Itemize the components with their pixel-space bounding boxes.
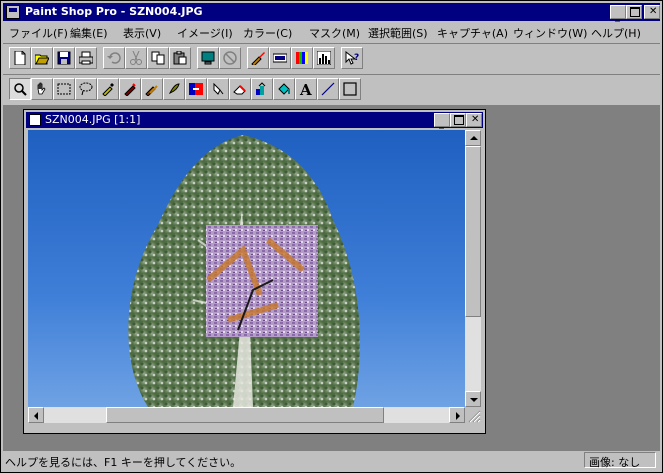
status-help-text: ヘルプを見るには、F1 キーを押してください。 [5,456,242,469]
histogram-icon[interactable] [313,47,335,69]
document-window: SZN004.JPG [1:1] _ ✕ [23,109,486,434]
scroll-right-button[interactable] [449,407,465,423]
status-image-panel: 画像: なし [584,452,656,469]
window-title: Paint Shop Pro - SZN004.JPG [25,5,203,18]
save-icon[interactable] [53,47,75,69]
picture-tube-icon[interactable] [251,78,273,100]
app-icon[interactable] [6,5,20,19]
line-icon[interactable] [317,78,339,100]
monitor-icon[interactable] [197,47,219,69]
vertical-scrollbar[interactable] [465,130,481,407]
menu-view[interactable]: 表示(V) [123,25,161,41]
horizontal-scroll-thumb[interactable] [106,407,384,423]
shape-icon[interactable] [339,78,361,100]
help-context-icon[interactable]: ? [341,47,363,69]
menu-capture[interactable]: キャプチャ(A) [437,25,508,41]
doc-maximize-button[interactable] [450,113,466,127]
menu-bar: ファイル(F) 編集(E) 表示(V) イメージ(I) カラー(C) マスク(M… [3,22,660,41]
mdi-workspace: SZN004.JPG [1:1] _ ✕ [3,105,660,451]
paste-icon[interactable] [169,47,191,69]
svg-text:A: A [299,82,312,96]
svg-text:?: ? [354,53,359,63]
minimize-button[interactable]: _ [610,5,626,22]
maximize-button[interactable] [626,5,642,19]
flood-fill-icon[interactable] [273,78,295,100]
status-image-info: 画像: なし [589,456,641,469]
copy-icon[interactable] [147,47,169,69]
status-bar: ヘルプを見るには、F1 キーを押してください。 画像: なし [3,451,660,470]
menu-image[interactable]: イメージ(I) [177,25,233,41]
menu-edit[interactable]: 編集(E) [70,25,108,41]
app-window: Paint Shop Pro - SZN004.JPG _ ✕ ファイル(F) … [0,0,663,473]
new-icon[interactable] [9,47,31,69]
document-icon[interactable] [29,114,41,126]
main-toolbar: ? [3,43,660,75]
menu-window[interactable]: ウィンドウ(W) [513,25,587,41]
doc-minimize-button[interactable]: _ [434,113,450,129]
title-bar[interactable]: Paint Shop Pro - SZN004.JPG _ ✕ [3,3,660,22]
retouch-icon[interactable] [163,78,185,100]
text-icon[interactable]: A [295,78,317,100]
lasso-icon[interactable] [75,78,97,100]
paintbrush-icon[interactable] [119,78,141,100]
document-title-bar[interactable]: SZN004.JPG [1:1] _ ✕ [26,112,483,129]
undo-icon[interactable] [103,47,125,69]
eraser-icon[interactable] [229,78,251,100]
selection-rect-icon[interactable] [53,78,75,100]
push-brush-icon[interactable] [207,78,229,100]
open-icon[interactable] [31,47,53,69]
menu-selection[interactable]: 選択範囲(S) [368,25,428,41]
color-palette-icon[interactable] [291,47,313,69]
scroll-up-button[interactable] [465,130,481,146]
print-icon[interactable] [75,47,97,69]
image-canvas[interactable] [28,130,465,407]
cut-icon[interactable] [125,47,147,69]
menu-file[interactable]: ファイル(F) [9,25,68,41]
photo-birch-tree [28,130,465,407]
eyedropper-icon[interactable] [97,78,119,100]
doc-close-button[interactable]: ✕ [466,113,482,127]
clone-brush-icon[interactable] [141,78,163,100]
pan-hand-icon[interactable] [31,78,53,100]
brush-color-icon[interactable] [247,47,269,69]
menu-mask[interactable]: マスク(M) [309,25,360,41]
menu-color[interactable]: カラー(C) [243,25,292,41]
document-title: SZN004.JPG [1:1] [45,113,141,126]
disabled-icon[interactable] [219,47,241,69]
scroll-left-button[interactable] [28,407,44,423]
pasted-texture-square[interactable] [206,225,318,337]
scroll-down-button[interactable] [465,391,481,407]
zoom-icon[interactable] [9,78,31,100]
color-replacer-icon[interactable] [185,78,207,100]
horizontal-scrollbar[interactable] [28,407,465,423]
histogram-bar-icon[interactable] [269,47,291,69]
vertical-scroll-thumb[interactable] [465,146,481,317]
tool-palette: A [3,74,660,106]
close-button[interactable]: ✕ [644,5,660,19]
menu-help[interactable]: ヘルプ(H) [591,25,641,41]
resize-grip[interactable] [465,407,481,423]
grip-icon [468,410,481,423]
